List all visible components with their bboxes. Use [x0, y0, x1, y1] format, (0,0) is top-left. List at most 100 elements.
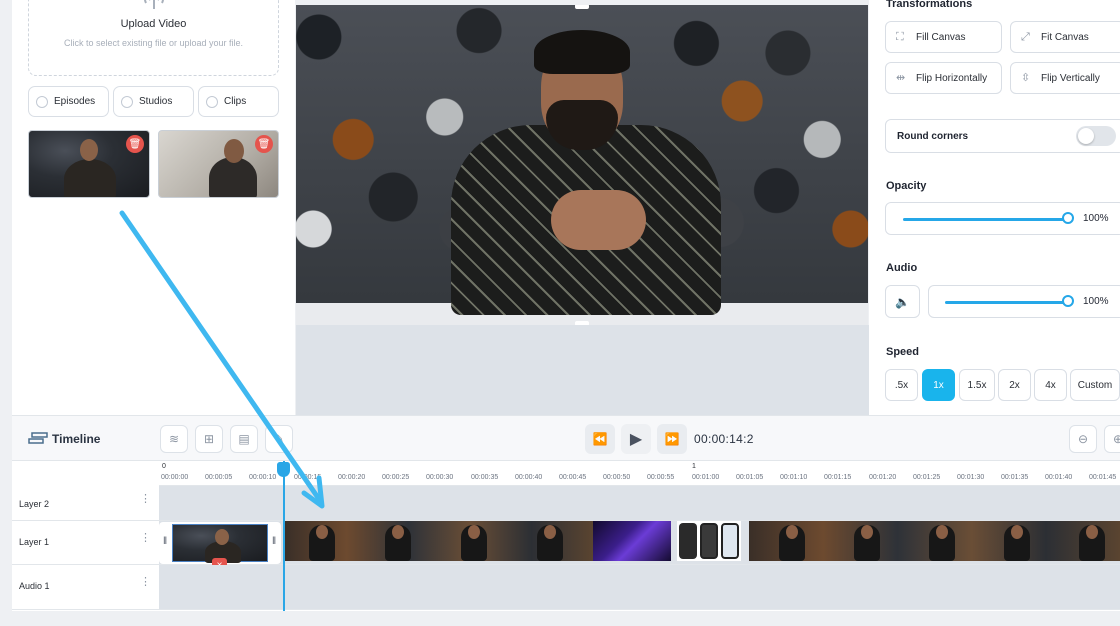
round-corners-row: Round corners	[885, 119, 1120, 153]
more-icon[interactable]: ⋮	[140, 533, 151, 544]
clip-thumbnail	[172, 524, 268, 563]
media-panel: Upload Video Click to select existing fi…	[12, 0, 295, 415]
trim-handle-left[interactable]: ‖	[163, 536, 167, 547]
layer-row: Layer 1 ⋮ ‖ ‖ ×	[12, 521, 1120, 572]
audio-value: 100%	[1083, 296, 1109, 307]
fill-icon: ⛶	[896, 31, 904, 43]
time-ruler[interactable]: 0 1 00:00:00 00:00:05 00:00:10 00:00:15 …	[159, 462, 1120, 486]
flip-horizontal-button[interactable]: ⇹ Flip Horizontally	[885, 62, 1002, 94]
fill-canvas-button[interactable]: ⛶ Fill Canvas	[885, 21, 1002, 53]
zoom-out-icon[interactable]: ⊖	[1069, 425, 1097, 453]
more-icon[interactable]: ⋮	[140, 494, 151, 505]
filter-episodes[interactable]: Episodes	[28, 86, 109, 117]
ruler-tick: 00:01:45	[1089, 474, 1117, 481]
opacity-label: Opacity	[886, 180, 927, 192]
ruler-tick: 00:01:25	[913, 474, 941, 481]
ruler-tick: 00:01:00	[692, 474, 720, 481]
ruler-tick: 00:00:50	[603, 474, 631, 481]
ruler-tick: 00:00:55	[647, 474, 675, 481]
ruler-tick: 00:00:35	[471, 474, 499, 481]
ruler-tick: 00:00:15	[294, 474, 322, 481]
upload-cloud-icon	[144, 0, 164, 9]
speed-option[interactable]: 4x	[1034, 369, 1067, 401]
video-clip[interactable]	[285, 521, 593, 561]
speed-option[interactable]: 1x	[922, 369, 955, 401]
video-thumbnail[interactable]: 🗑	[28, 130, 150, 198]
layer-row: Audio 1 ⋮	[12, 565, 1120, 610]
layer-name: Layer 1	[19, 537, 50, 547]
timeline-icon	[28, 432, 48, 444]
layer-track[interactable]: ‖ ‖ ×	[159, 521, 1120, 572]
speed-option[interactable]: Custom	[1070, 369, 1120, 401]
upload-dropzone[interactable]: Upload Video Click to select existing fi…	[28, 0, 279, 76]
ruler-tick: 00:01:35	[1001, 474, 1029, 481]
radio-icon	[206, 95, 218, 108]
transformations-label: Transformations	[886, 0, 973, 10]
timeline-panel: Timeline ≋ ⊞ ▤ ✎ ⏪ ▶ ⏩ 00:00:14:2 ⊖ ⊕ 0 …	[12, 415, 1120, 611]
fit-canvas-button[interactable]: ⤢ Fit Canvas	[1010, 21, 1120, 53]
slider-knob[interactable]	[1062, 212, 1074, 224]
ruler-marker: 1	[692, 463, 696, 470]
ruler-tick: 00:00:00	[161, 474, 189, 481]
video-thumbnail[interactable]: 🗑	[158, 130, 279, 198]
layer-track[interactable]	[159, 565, 1120, 609]
filter-label: Studios	[139, 96, 173, 107]
media-icon[interactable]: ▤	[230, 425, 258, 453]
flip-vertical-button[interactable]: ⇳ Flip Vertically	[1010, 62, 1120, 94]
layer-track[interactable]	[159, 486, 1120, 520]
speed-label: Speed	[886, 346, 920, 358]
playhead[interactable]	[283, 461, 285, 611]
trim-handle-right[interactable]: ‖	[272, 536, 276, 547]
opacity-slider[interactable]: 100%	[885, 202, 1120, 235]
speed-option[interactable]: 1.5x	[959, 369, 995, 401]
delete-icon[interactable]: 🗑	[255, 135, 273, 153]
timeline-toolbar: Timeline ≋ ⊞ ▤ ✎ ⏪ ▶ ⏩ 00:00:14:2 ⊖ ⊕	[12, 416, 1120, 461]
split-icon[interactable]: ⊞	[195, 425, 223, 453]
filter-clips[interactable]: Clips	[198, 86, 279, 117]
playhead-handle[interactable]	[277, 462, 290, 477]
expand-icon: ⤢	[1021, 31, 1030, 43]
round-corners-toggle[interactable]	[1076, 126, 1116, 146]
filter-studios[interactable]: Studios	[113, 86, 194, 117]
video-clip[interactable]	[677, 521, 741, 561]
properties-panel: Transformations ⛶ Fill Canvas ⤢ Fit Canvas…	[869, 0, 1120, 415]
video-editor: Upload Video Click to select existing fi…	[0, 0, 1120, 626]
ruler-tick: 00:00:25	[382, 474, 410, 481]
ruler-tick: 00:00:20	[338, 474, 366, 481]
play-icon[interactable]: ▶	[621, 424, 651, 454]
opacity-value: 100%	[1083, 213, 1109, 224]
radio-icon	[36, 95, 48, 108]
ruler-tick: 00:00:40	[515, 474, 543, 481]
dropped-clip[interactable]: ‖ ‖ ×	[159, 522, 281, 572]
ruler-tick: 00:01:20	[869, 474, 897, 481]
filter-label: Clips	[224, 96, 247, 107]
rewind-icon[interactable]: ⏪	[585, 424, 615, 454]
speed-option[interactable]: 2x	[998, 369, 1031, 401]
video-clip[interactable]	[593, 521, 671, 561]
edit-icon[interactable]: ✎	[265, 425, 293, 453]
slider-knob[interactable]	[1062, 295, 1074, 307]
layer-name: Layer 2	[19, 499, 50, 509]
resize-handle[interactable]	[575, 5, 589, 9]
layer-name: Audio 1	[19, 581, 50, 591]
ruler-marker: 0	[162, 463, 166, 470]
more-icon[interactable]: ⋮	[140, 577, 151, 588]
delete-icon[interactable]: 🗑	[126, 135, 144, 153]
layers-icon[interactable]: ≋	[160, 425, 188, 453]
zoom-in-icon[interactable]: ⊕	[1104, 425, 1120, 453]
timeline-title: Timeline	[52, 432, 101, 446]
video-clip[interactable]	[749, 521, 1120, 561]
radio-icon	[121, 95, 133, 108]
speed-option[interactable]: .5x	[885, 369, 918, 401]
ruler-tick: 00:01:30	[957, 474, 985, 481]
audio-slider[interactable]: 100%	[928, 285, 1120, 318]
upload-subtitle: Click to select existing file or upload …	[63, 38, 244, 48]
video-preview[interactable]	[296, 5, 868, 325]
flip-vertical-icon: ⇳	[1021, 72, 1031, 84]
ruler-tick: 00:01:10	[780, 474, 808, 481]
fast-forward-icon[interactable]: ⏩	[657, 424, 687, 454]
layer-row: Layer 2 ⋮	[12, 486, 1120, 521]
audio-label: Audio	[886, 262, 918, 274]
ruler-tick: 00:01:15	[824, 474, 852, 481]
speaker-icon[interactable]: 🔈	[885, 285, 920, 318]
